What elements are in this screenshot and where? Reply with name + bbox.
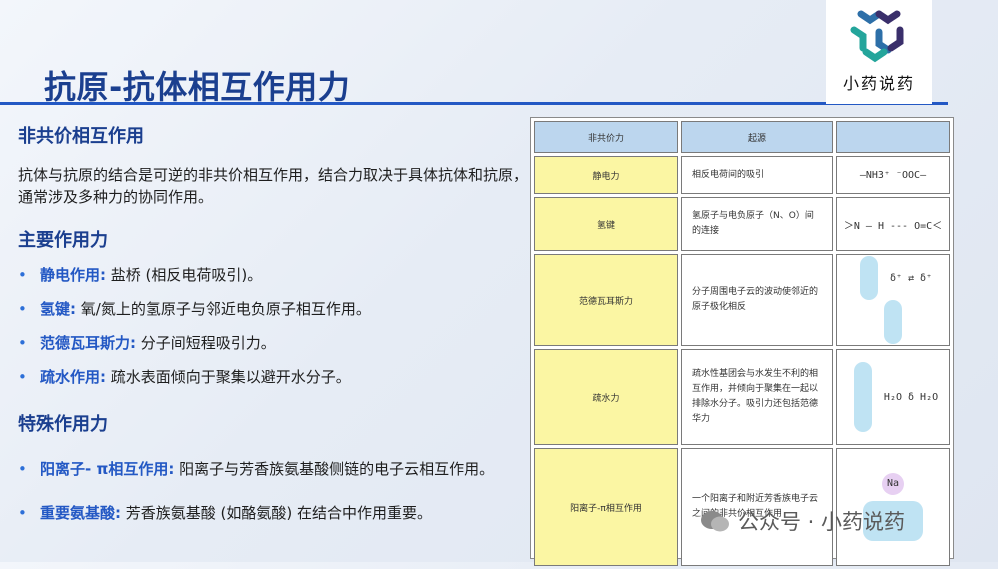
force-description: 芳香族氨基酸 (如酪氨酸) 在结合中作用重要。 (121, 504, 433, 522)
table-header-cell: 非共价力 (534, 121, 678, 153)
section-heading-main-forces: 主要作用力 (18, 230, 108, 251)
force-description: 盐桥 (相反电荷吸引)。 (106, 266, 263, 284)
list-item: • 氢键: 氧/氮上的氢原子与邻近电负原子相互作用。 (18, 298, 528, 320)
hydrophobic-cluster-icon (853, 362, 872, 432)
vdw-diagram-cell: δ⁺ ⇄ δ⁺ (836, 254, 950, 346)
table-header-cell (836, 121, 950, 153)
list-item: • 疏水作用: 疏水表面倾向于聚集以避开水分子。 (18, 366, 528, 388)
watermark-text: 公众号 · 小药说药 (738, 510, 906, 534)
list-item: • 阳离子- π相互作用: 阳离子与芳香族氨基酸侧链的电子云相互作用。 (18, 458, 528, 480)
force-diagram-label: H₂O δ H₂O (883, 392, 939, 403)
section-paragraph: 抗体与抗原的结合是可逆的非共价相互作用，结合力取决于具体抗体和抗原，通常涉及多种… (18, 166, 529, 206)
electron-cloud-icon (884, 300, 902, 344)
special-forces-list: • 阳离子- π相互作用: 阳离子与芳香族氨基酸侧链的电子云相互作用。 • 重要… (18, 458, 528, 524)
table-row: 疏水力 疏水性基团会与水发生不利的相互作用，并倾向于聚集在一起以排除水分子。吸引… (534, 349, 950, 445)
force-origin-cell: 氢原子与电负原子（N、O）间的连接 (681, 197, 833, 251)
force-description: 疏水表面倾向于聚集以避开水分子。 (106, 368, 351, 386)
bullet-icon: • (18, 368, 27, 386)
table-header-row: 非共价力 起源 (534, 121, 950, 153)
force-keyword: 范德瓦耳斯力: (40, 334, 136, 352)
force-keyword: 阳离子- π相互作用: (40, 460, 175, 478)
bullet-icon: • (18, 334, 27, 352)
force-name-cell: 疏水力 (534, 349, 678, 445)
main-forces-list: • 静电作用: 盐桥 (相反电荷吸引)。 • 氢键: 氧/氮上的氢原子与邻近电负… (18, 264, 528, 388)
hydrophobic-diagram-cell: H₂O δ H₂O (836, 349, 950, 445)
table-row: 氢键 氢原子与电负原子（N、O）间的连接 ＞N — H --- O=C＜ (534, 197, 950, 251)
section-heading-special-forces: 特殊作用力 (18, 414, 108, 435)
force-name-cell: 范德瓦耳斯力 (534, 254, 678, 346)
table-row: 静电力 相反电荷间的吸引 —NH3⁺ ⁻OOC— (534, 156, 950, 194)
force-origin-cell: 相反电荷间的吸引 (681, 156, 833, 194)
section-heading-noncovalent: 非共价相互作用 (18, 126, 144, 147)
force-keyword: 氢键: (40, 300, 76, 318)
bullet-icon: • (18, 266, 27, 284)
table-row: 范德瓦耳斯力 分子周围电子云的波动使邻近的原子极化相反 δ⁺ ⇄ δ⁺ (534, 254, 950, 346)
table-header-cell: 起源 (681, 121, 833, 153)
logo-text: 小药说药 (842, 74, 915, 93)
title-underline (0, 102, 948, 105)
watermark: 公众号 · 小药说药 (700, 506, 905, 536)
text-panel: 非共价相互作用 抗体与抗原的结合是可逆的非共价相互作用，结合力取决于具体抗体和抗… (18, 122, 528, 524)
force-diagram-cell: ＞N — H --- O=C＜ (836, 197, 950, 251)
force-keyword: 重要氨基酸: (40, 504, 121, 522)
sodium-ion-icon: Na (882, 473, 904, 495)
force-diagram-cell: —NH3⁺ ⁻OOC— (836, 156, 950, 194)
force-origin-cell: 分子周围电子云的波动使邻近的原子极化相反 (681, 254, 833, 346)
logo: 小药说药 (826, 0, 932, 104)
force-description: 分子间短程吸引力。 (136, 334, 276, 352)
force-description: 氧/氮上的氢原子与邻近电负原子相互作用。 (76, 300, 371, 318)
bullet-icon: • (18, 460, 27, 478)
list-item: • 静电作用: 盐桥 (相反电荷吸引)。 (18, 264, 528, 286)
force-description: 阳离子与芳香族氨基酸侧链的电子云相互作用。 (174, 460, 495, 478)
force-keyword: 静电作用: (40, 266, 106, 284)
list-item: • 范德瓦耳斯力: 分子间短程吸引力。 (18, 332, 528, 354)
force-name-cell: 阳离子-π相互作用 (534, 448, 678, 566)
force-name-cell: 静电力 (534, 156, 678, 194)
list-item: • 重要氨基酸: 芳香族氨基酸 (如酪氨酸) 在结合中作用重要。 (18, 502, 528, 524)
forces-table: 非共价力 起源 静电力 相反电荷间的吸引 —NH3⁺ ⁻OOC— 氢键 氢原子与… (530, 117, 954, 566)
force-origin-cell: 疏水性基团会与水发生不利的相互作用，并倾向于聚集在一起以排除水分子。吸引力还包括… (681, 349, 833, 445)
molecule-logo-icon (850, 10, 904, 63)
force-diagram-label: δ⁺ ⇄ δ⁺ (889, 273, 933, 284)
force-name-cell: 氢键 (534, 197, 678, 251)
bullet-icon: • (18, 504, 27, 522)
wechat-icon (700, 509, 730, 533)
electron-cloud-icon (859, 256, 878, 300)
bullet-icon: • (18, 300, 27, 318)
force-keyword: 疏水作用: (40, 368, 106, 386)
